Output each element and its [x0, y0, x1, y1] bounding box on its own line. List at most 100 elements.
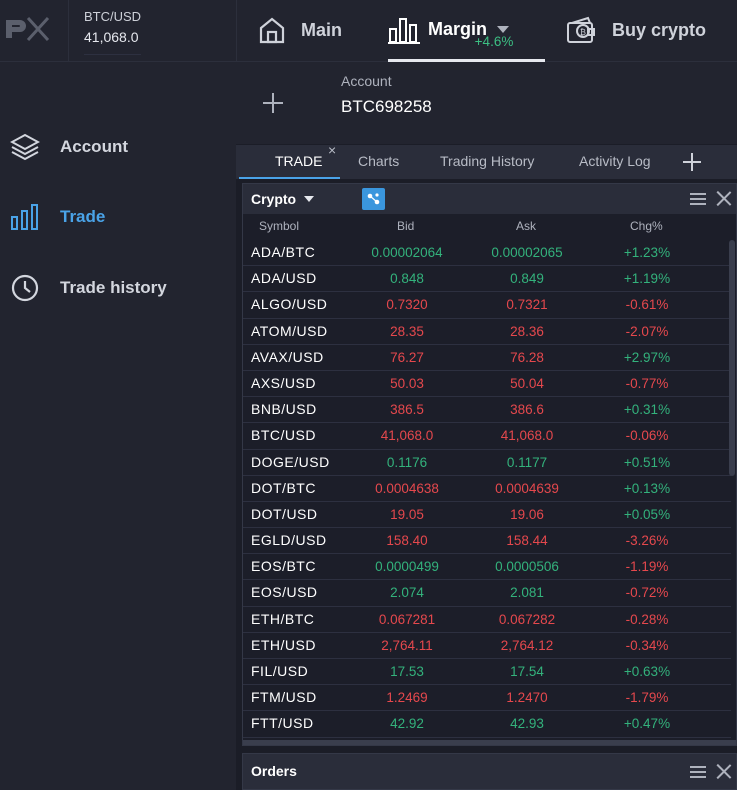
- change-cell: -0.77%: [625, 375, 669, 391]
- table-body: ADA/BTC 0.00002064 0.00002065 +1.23% ADA/USD…: [243, 240, 731, 738]
- bid-cell[interactable]: 0.00002064: [347, 245, 467, 260]
- bid-cell[interactable]: 386.5: [347, 402, 467, 417]
- vertical-scrollbar[interactable]: [729, 240, 735, 476]
- ask-cell[interactable]: 2,764.12: [467, 638, 587, 653]
- ask-cell[interactable]: 2.081: [467, 585, 587, 600]
- chevron-down-icon[interactable]: [304, 196, 314, 202]
- bid-cell[interactable]: 2,764.11: [347, 638, 467, 653]
- bid-cell[interactable]: 28.35: [347, 324, 467, 339]
- table-row[interactable]: FTT/USD 42.92 42.93 +0.47%: [243, 711, 731, 738]
- bid-cell[interactable]: 0.0004638: [347, 481, 467, 496]
- ask-cell[interactable]: 50.04: [467, 376, 587, 391]
- bid-cell[interactable]: 0.848: [347, 271, 467, 286]
- ask-cell[interactable]: 1.2470: [467, 690, 587, 705]
- table-row[interactable]: AXS/USD 50.03 50.04 -0.77%: [243, 371, 731, 398]
- nav-buy-crypto[interactable]: ₿ Buy crypto: [566, 0, 706, 60]
- tab-charts[interactable]: Charts: [358, 145, 399, 179]
- nav-margin[interactable]: Margin: [388, 0, 545, 62]
- table-row[interactable]: EOS/USD 2.074 2.081 -0.72%: [243, 580, 731, 607]
- ask-cell[interactable]: 0.0000506: [467, 559, 587, 574]
- bar-chart-icon: [388, 17, 420, 44]
- horizontal-scrollbar[interactable]: [243, 740, 736, 745]
- column-symbol[interactable]: Symbol: [259, 219, 299, 233]
- column-ask[interactable]: Ask: [516, 219, 536, 233]
- ask-cell[interactable]: 0.849: [467, 271, 587, 286]
- change-cell: -0.61%: [625, 297, 669, 313]
- table-row[interactable]: ADA/USD 0.848 0.849 +1.19%: [243, 266, 731, 293]
- table-row[interactable]: ETH/USD 2,764.11 2,764.12 -0.34%: [243, 633, 731, 659]
- column-bid[interactable]: Bid: [397, 219, 414, 233]
- ask-cell[interactable]: 158.44: [467, 533, 587, 548]
- ticker[interactable]: BTC/USD 41,068.0 +4.6%: [84, 9, 513, 56]
- table-row[interactable]: BNB/USD 386.5 386.6 +0.31%: [243, 397, 731, 424]
- column-chg[interactable]: Chg%: [630, 219, 663, 233]
- bid-cell[interactable]: 41,068.0: [347, 428, 467, 443]
- ask-cell[interactable]: 41,068.0: [467, 428, 587, 443]
- table-row[interactable]: AVAX/USD 76.27 76.28 +2.97%: [243, 345, 731, 371]
- bid-cell[interactable]: 2.074: [347, 585, 467, 600]
- change-cell: -0.28%: [625, 611, 669, 627]
- logo-icon[interactable]: [4, 12, 52, 44]
- close-icon[interactable]: [716, 764, 731, 779]
- symbol-cell: ALGO/USD: [251, 296, 328, 313]
- table-row[interactable]: ATOM/USD 28.35 28.36 -2.07%: [243, 319, 731, 345]
- ask-cell[interactable]: 0.1177: [467, 455, 587, 470]
- table-row[interactable]: DOT/USD 19.05 19.06 +0.05%: [243, 502, 731, 529]
- ask-cell[interactable]: 386.6: [467, 402, 587, 417]
- bid-cell[interactable]: 17.53: [347, 664, 467, 679]
- table-row[interactable]: FTM/USD 1.2469 1.2470 -1.79%: [243, 685, 731, 712]
- ask-cell[interactable]: 0.7321: [467, 297, 587, 312]
- bid-cell[interactable]: 42.92: [347, 716, 467, 731]
- ask-cell[interactable]: 0.0004639: [467, 481, 587, 496]
- symbol-cell: EGLD/USD: [251, 532, 327, 549]
- ask-cell[interactable]: 42.93: [467, 716, 587, 731]
- bid-cell[interactable]: 1.2469: [347, 690, 467, 705]
- table-row[interactable]: BTC/USD 41,068.0 41,068.0 -0.06%: [243, 423, 731, 450]
- panel-title[interactable]: Crypto: [251, 191, 296, 207]
- home-icon: [259, 17, 285, 44]
- tab-trade[interactable]: TRADE: [239, 145, 340, 179]
- close-icon[interactable]: [716, 191, 731, 206]
- clock-icon: [11, 274, 39, 302]
- table-row[interactable]: DOT/BTC 0.0004638 0.0004639 +0.13%: [243, 476, 731, 502]
- bid-cell[interactable]: 158.40: [347, 533, 467, 548]
- ask-cell[interactable]: 0.067282: [467, 612, 587, 627]
- nav-main[interactable]: Main: [257, 0, 342, 60]
- bid-cell[interactable]: 50.03: [347, 376, 467, 391]
- table-row[interactable]: DOGE/USD 0.1176 0.1177 +0.51%: [243, 450, 731, 476]
- sidebar-item-trade-history[interactable]: Trade history: [10, 273, 167, 303]
- bid-cell[interactable]: 76.27: [347, 350, 467, 365]
- add-tab-button[interactable]: [682, 152, 702, 172]
- bid-cell[interactable]: 0.067281: [347, 612, 467, 627]
- sidebar-item-trade[interactable]: Trade: [10, 203, 105, 231]
- bid-cell[interactable]: 0.0000499: [347, 559, 467, 574]
- close-tab-icon[interactable]: ×: [328, 142, 336, 158]
- ticker-symbol: BTC/USD: [84, 9, 142, 24]
- add-account-button[interactable]: [262, 92, 284, 114]
- account-value[interactable]: BTC698258: [341, 97, 432, 117]
- table-row[interactable]: ALGO/USD 0.7320 0.7321 -0.61%: [243, 292, 731, 319]
- nav-main-label: Main: [301, 19, 343, 40]
- bid-cell[interactable]: 19.05: [347, 507, 467, 522]
- sidebar-item-account[interactable]: Account: [10, 132, 128, 162]
- table-row[interactable]: EOS/BTC 0.0000499 0.0000506 -1.19%: [243, 554, 731, 581]
- table-row[interactable]: EGLD/USD 158.40 158.44 -3.26%: [243, 528, 731, 555]
- ask-cell[interactable]: 19.06: [467, 507, 587, 522]
- bid-cell[interactable]: 0.7320: [347, 297, 467, 312]
- link-icon[interactable]: [362, 188, 385, 210]
- ask-cell[interactable]: 17.54: [467, 664, 587, 679]
- menu-icon[interactable]: [690, 766, 706, 778]
- table-row[interactable]: ADA/BTC 0.00002064 0.00002065 +1.23%: [243, 240, 731, 267]
- symbol-cell: ATOM/USD: [251, 322, 328, 339]
- bid-cell[interactable]: 0.1176: [347, 455, 467, 470]
- ask-cell[interactable]: 76.28: [467, 350, 587, 365]
- ask-cell[interactable]: 28.36: [467, 324, 587, 339]
- tab-trading-history[interactable]: Trading History: [440, 145, 534, 179]
- ask-cell[interactable]: 0.00002065: [467, 245, 587, 260]
- tab-activity-log[interactable]: Activity Log: [579, 145, 651, 179]
- table-row[interactable]: FIL/USD 17.53 17.54 +0.63%: [243, 659, 731, 686]
- change-cell: +0.63%: [623, 664, 671, 679]
- change-cell: +2.97%: [623, 349, 671, 365]
- menu-icon[interactable]: [690, 193, 706, 205]
- table-row[interactable]: ETH/BTC 0.067281 0.067282 -0.28%: [243, 607, 731, 633]
